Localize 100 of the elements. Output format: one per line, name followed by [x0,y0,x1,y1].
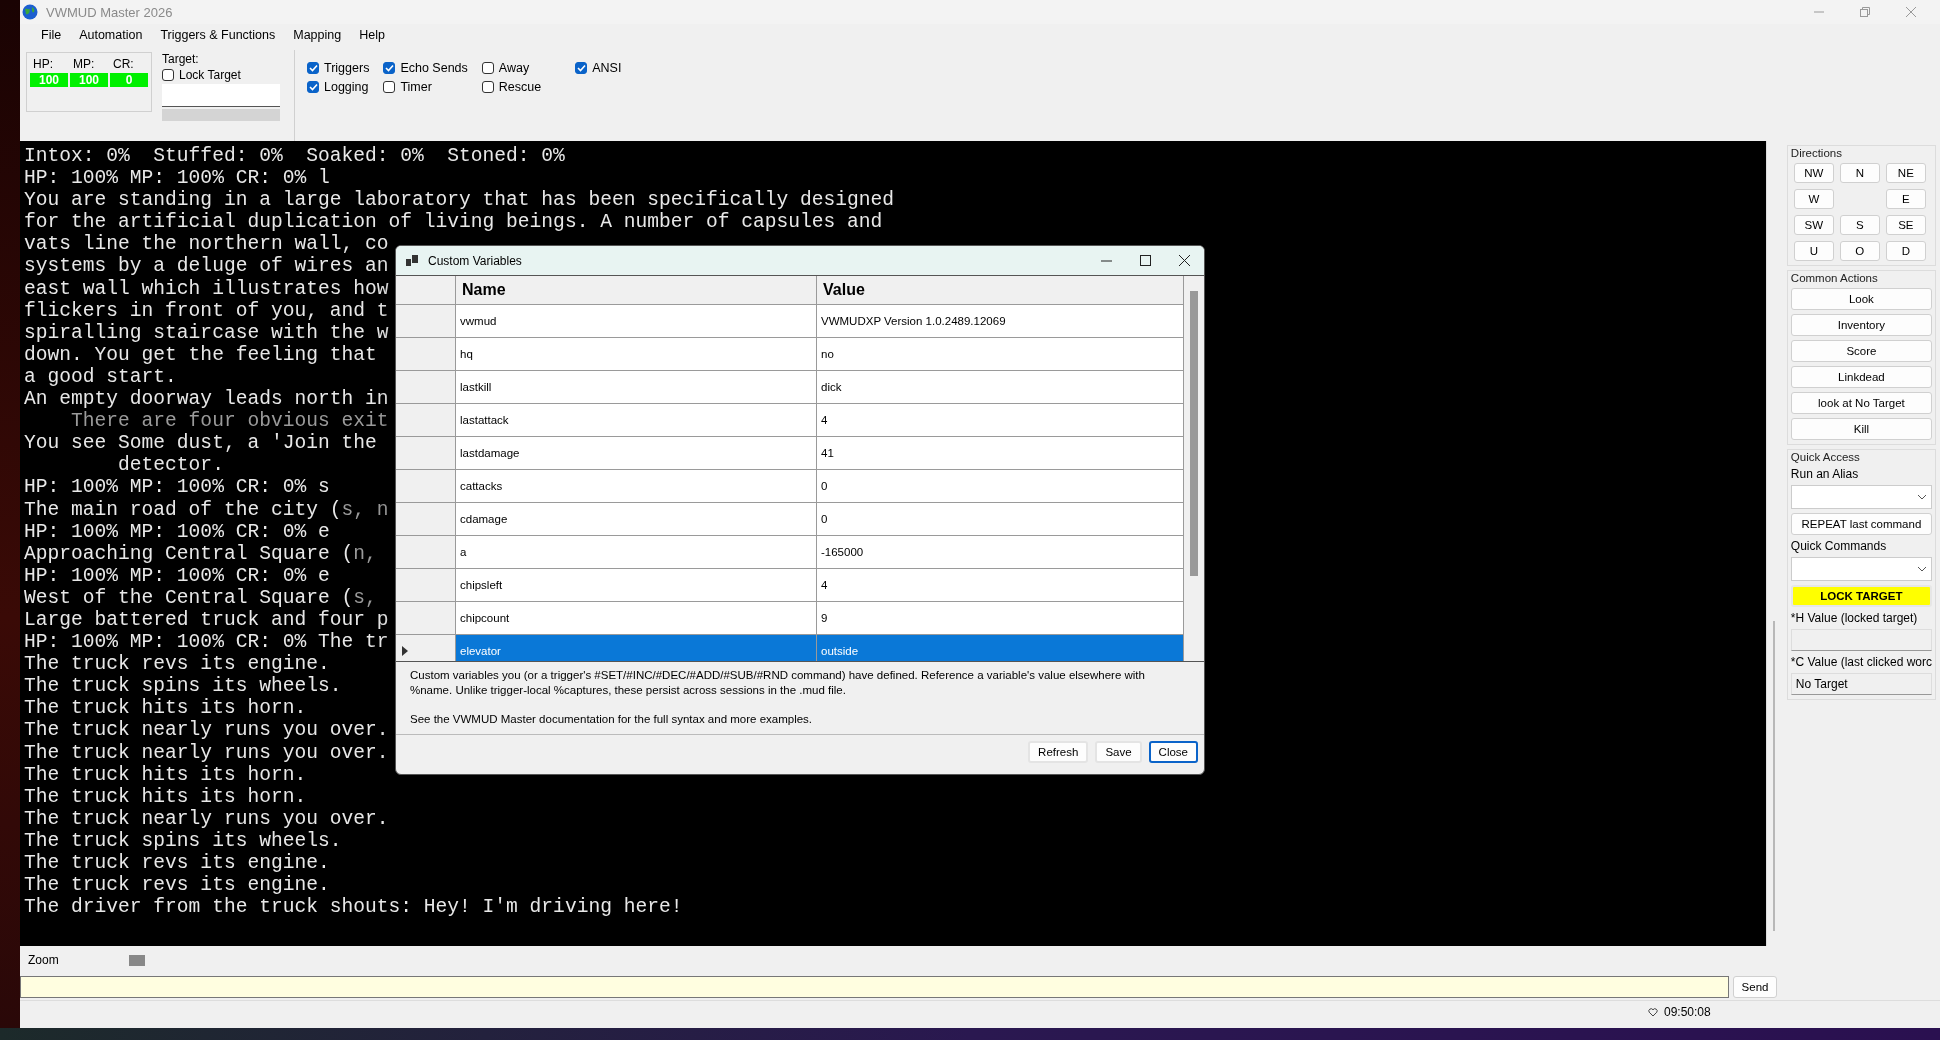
table-cell[interactable]: chipsleft [456,569,817,601]
action-button[interactable]: look at No Target [1790,392,1932,414]
row-header[interactable] [396,338,456,370]
zoom-handle[interactable] [128,954,145,966]
direction-button[interactable]: U [1793,241,1834,261]
terminal-text: east wall which illustrates how [24,277,389,300]
action-button[interactable]: Score [1790,340,1932,362]
lock-target-button[interactable]: LOCK TARGET [1790,585,1932,607]
direction-button[interactable]: W [1793,189,1834,209]
terminal-text: HP: 100% MP: 100% CR: 0% The tr [24,631,389,654]
alias-dropdown[interactable] [1790,485,1932,509]
menu-item[interactable]: Help [350,26,394,44]
table-cell[interactable]: outside [817,635,1184,661]
terminal-text: The truck nearly runs you over. [24,807,389,830]
table-cell[interactable]: vwmud [456,305,817,337]
target-field[interactable] [162,84,280,107]
dialog-button[interactable]: Close [1148,741,1198,763]
option-checkbox[interactable]: Echo Sends [383,58,468,77]
description-text: See the VWMUD Master documentation for the full syntax and more examples. [410,712,814,727]
menu-item[interactable]: Automation [70,26,152,44]
dialog-button[interactable]: Save [1095,741,1142,763]
lock-target-checkbox[interactable]: Lock Target [162,68,294,82]
row-header[interactable] [396,536,456,568]
chevron-down-icon [1917,566,1927,572]
group-title: Quick Access [1790,451,1861,463]
send-button[interactable]: Send [1733,976,1777,998]
table-cell[interactable]: lastkill [456,371,817,403]
terminal-text: HP: 100% MP: 100% CR: 0% s [24,476,330,499]
terminal-text: HP: 100% MP: 100% CR: 0% e [24,520,330,543]
zoom-label: Zoom [28,953,59,967]
direction-button[interactable]: NE [1885,163,1926,183]
dialog-title: Custom Variables [428,253,523,268]
restore-icon[interactable] [1860,7,1870,17]
table-cell[interactable]: lastattack [456,404,817,436]
value-field: No Target [1790,673,1932,695]
terminal-text: a good start. [24,365,177,388]
action-button[interactable]: Linkdead [1790,366,1932,388]
grid-icon [406,255,418,266]
terminal-text: flickers in front of you, and t [24,299,389,322]
dialog-button[interactable]: Refresh [1028,741,1089,763]
row-header[interactable] [396,569,456,601]
terminal-text: vats line the northern wall, co [24,233,389,256]
menu-item[interactable]: File [32,26,71,44]
stat-value: 100 [30,73,68,87]
menu-item[interactable]: Mapping [284,26,351,44]
direction-button[interactable]: O [1839,241,1880,261]
stat-value: 100 [70,73,108,87]
row-header[interactable] [396,404,456,436]
direction-button[interactable]: NW [1793,163,1834,183]
row-header[interactable] [396,437,456,469]
command-input[interactable] [20,976,1729,998]
row-header[interactable] [396,371,456,403]
group-title: Common Actions [1790,272,1879,284]
menu-item[interactable]: Triggers & Functions [151,26,285,44]
current-row-icon [402,646,408,656]
scrollbar-thumb[interactable] [1772,621,1775,931]
row-header[interactable] [396,305,456,337]
table-cell[interactable]: cdamage [456,503,817,535]
terminal-text: n, [353,542,377,565]
close-icon[interactable] [1179,255,1190,266]
option-checkbox[interactable]: Rescue [481,77,542,96]
stat-label: MP: [72,57,96,71]
direction-button[interactable]: D [1885,241,1926,261]
direction-button[interactable]: N [1839,163,1880,183]
terminal-text: West of the Central Square ( [24,586,354,609]
repeat-button[interactable]: REPEAT last command [1790,513,1932,535]
table-cell[interactable]: hq [456,338,817,370]
row-header[interactable] [396,470,456,502]
option-checkbox[interactable]: Logging [307,77,370,96]
direction-button[interactable]: E [1885,189,1926,209]
terminal-text: HP: 100% MP: 100% CR: 0% l [24,167,330,190]
terminal-text: Large battered truck and four p [24,608,389,631]
terminal-text: detector. [117,454,224,477]
option-checkbox[interactable]: Triggers [307,58,370,77]
field-label: Quick Commands [1790,539,1888,553]
commands-dropdown[interactable] [1790,557,1932,581]
terminal-text: The truck hits its horn. [24,763,307,786]
option-checkbox[interactable]: ANSI [575,58,622,77]
row-header[interactable] [396,635,456,661]
scrollbar-thumb[interactable] [1190,291,1198,576]
direction-button[interactable]: S [1839,215,1880,235]
field-label: *C Value (last clicked worc [1790,655,1932,669]
row-header[interactable] [396,602,456,634]
target-label: Target: [162,52,200,66]
action-button[interactable]: Look [1790,288,1932,310]
row-header[interactable] [396,503,456,535]
table-cell[interactable]: chipcount [456,602,817,634]
table-cell[interactable]: a [456,536,817,568]
maximize-icon[interactable] [1140,255,1151,266]
option-checkbox[interactable]: Timer [383,77,468,96]
direction-button[interactable]: SW [1793,215,1834,235]
terminal-text: There are four obvious exit [70,410,389,433]
table-cell[interactable]: elevator [456,635,817,661]
direction-button[interactable]: SE [1885,215,1926,235]
table-cell[interactable]: lastdamage [456,437,817,469]
action-button[interactable]: Inventory [1790,314,1932,336]
table-cell[interactable]: cattacks [456,470,817,502]
terminal-text: The truck revs its engine. [24,852,330,874]
option-checkbox[interactable]: Away [481,58,542,77]
action-button[interactable]: Kill [1790,418,1932,440]
